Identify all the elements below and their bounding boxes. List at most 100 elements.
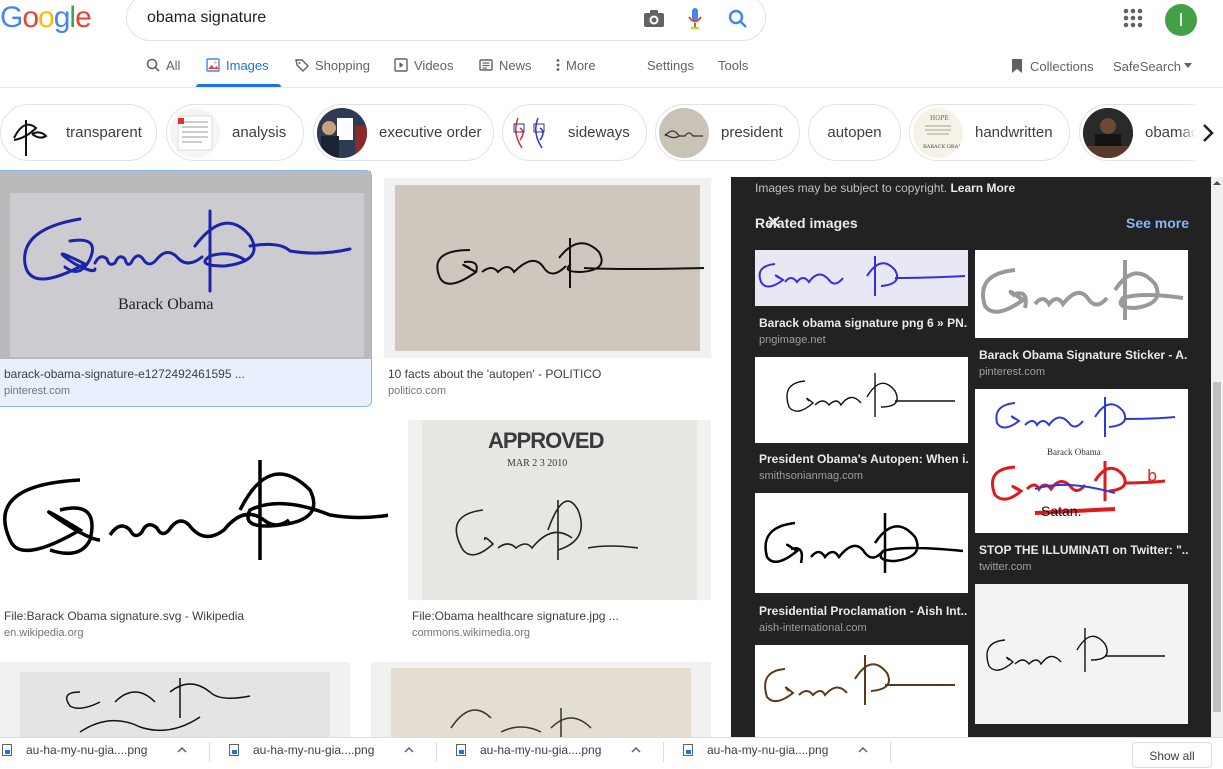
related-source: aish-international.com: [759, 622, 867, 634]
search-box[interactable]: obama signature: [126, 0, 766, 41]
result-title[interactable]: File:Obama healthcare signature.jpg ...: [412, 609, 711, 623]
stamp-date: MAR 2 3 2010: [507, 458, 568, 469]
tab-tools[interactable]: Tools: [718, 56, 748, 74]
chevron-up-icon[interactable]: [177, 747, 187, 753]
panel-scrollbar[interactable]: [1211, 177, 1223, 737]
result-card-selected[interactable]: Barack Obama barack-obama-signature-e127…: [0, 170, 372, 407]
tab-images[interactable]: Images: [206, 56, 269, 74]
tab-label: Tools: [718, 57, 749, 73]
close-icon[interactable]: [767, 215, 781, 229]
divider: [890, 742, 891, 762]
chevron-up-icon[interactable]: [858, 747, 868, 753]
download-filename: au-ha-my-nu-gia....png: [26, 743, 148, 757]
tag-icon: [295, 59, 309, 72]
logo-letter: g: [53, 1, 71, 34]
tab-videos[interactable]: Videos: [394, 56, 454, 74]
tab-label: Images: [226, 57, 269, 73]
result-card[interactable]: [371, 662, 711, 742]
download-item[interactable]: au-ha-my-nu-gia....png: [683, 738, 891, 762]
download-filename: au-ha-my-nu-gia....png: [480, 743, 602, 757]
related-card[interactable]: [755, 645, 968, 737]
related-card[interactable]: [975, 584, 1188, 724]
result-source[interactable]: commons.wikimedia.org: [412, 627, 530, 639]
logo-letter: o: [22, 1, 39, 34]
chip-autopen[interactable]: autopen: [808, 104, 901, 161]
result-source[interactable]: pinterest.com: [4, 385, 70, 397]
show-all-button[interactable]: Show all: [1132, 742, 1212, 768]
chip-label: autopen: [827, 124, 882, 141]
chip-thumbnail: [317, 107, 367, 158]
chip-handwritten[interactable]: HOPE BARACK OBAMA handwritten: [909, 104, 1070, 161]
result-card[interactable]: APPROVED MAR 2 3 2010 File:Obama healthc…: [408, 420, 711, 650]
result-source[interactable]: en.wikipedia.org: [4, 627, 84, 639]
tab-shopping[interactable]: Shopping: [295, 56, 370, 74]
chip-thumbnail: [506, 107, 556, 158]
chevron-up-icon[interactable]: [404, 747, 414, 753]
related-image: [755, 250, 968, 306]
related-card[interactable]: Presidential Proclamation - Aish Int... …: [755, 493, 968, 634]
download-item[interactable]: au-ha-my-nu-gia....png: [2, 738, 210, 762]
chips-next-button[interactable]: [1196, 104, 1223, 161]
result-image: [384, 178, 711, 358]
chip-analysis[interactable]: analysis: [166, 104, 304, 161]
copyright-text: Images may be subject to copyright.: [755, 181, 948, 195]
related-title: Barack Obama Signature Sticker - A...: [979, 348, 1188, 362]
download-bar: au-ha-my-nu-gia....png au-ha-my-nu-gia..…: [0, 737, 1223, 768]
learn-more-link[interactable]: Learn More: [950, 181, 1015, 195]
result-image: [20, 672, 330, 742]
related-image: [755, 645, 968, 737]
related-source: twitter.com: [979, 561, 1032, 573]
result-title[interactable]: barack-obama-signature-e1272492461595 ..…: [4, 367, 364, 381]
collections-label: Collections: [1030, 58, 1094, 74]
tab-label: Shopping: [315, 57, 370, 73]
result-title[interactable]: File:Barack Obama signature.svg - Wikipe…: [4, 609, 388, 623]
result-title[interactable]: 10 facts about the 'autopen' - POLITICO: [388, 367, 708, 381]
chip-sideways[interactable]: sideways: [502, 104, 647, 161]
signature-caption: Barack Obama: [1047, 447, 1101, 457]
safesearch-menu[interactable]: SafeSearch: [1113, 57, 1192, 75]
see-more-link[interactable]: See more: [1126, 215, 1189, 231]
chip-transparent[interactable]: transparent: [0, 104, 157, 161]
download-filename: au-ha-my-nu-gia....png: [253, 743, 375, 757]
chevron-up-icon[interactable]: [631, 747, 641, 753]
related-source: pinterest.com: [979, 366, 1046, 378]
file-icon: [2, 744, 12, 756]
chip-label: president: [721, 124, 783, 141]
tab-news[interactable]: News: [479, 56, 532, 74]
related-card[interactable]: Barack obama signature png 6 » PN... png…: [755, 250, 968, 350]
divider: [436, 742, 437, 762]
result-card[interactable]: 10 facts about the 'autopen' - POLITICO …: [384, 178, 711, 406]
search-input[interactable]: obama signature: [147, 9, 266, 27]
camera-icon[interactable]: [643, 9, 665, 29]
related-image: [975, 250, 1188, 338]
result-card[interactable]: File:Barack Obama signature.svg - Wikipe…: [0, 420, 388, 650]
tab-more[interactable]: More: [556, 56, 596, 74]
tab-settings[interactable]: Settings: [647, 56, 694, 74]
svg-text:BARACK OBAMA: BARACK OBAMA: [923, 144, 963, 150]
scrollbar-thumb[interactable]: [1213, 382, 1221, 712]
tab-label: More: [566, 57, 596, 73]
search-icon[interactable]: [727, 8, 749, 30]
related-card[interactable]: b Barack Obama Satan. STOP THE ILLUMINAT…: [975, 389, 1188, 579]
file-icon: [456, 744, 466, 756]
result-card[interactable]: [0, 662, 350, 742]
scroll-up-icon[interactable]: [1213, 180, 1221, 186]
bookmark-icon: [1012, 59, 1022, 73]
download-filename: au-ha-my-nu-gia....png: [707, 743, 829, 757]
apps-grid-icon[interactable]: [1122, 7, 1144, 29]
microphone-icon[interactable]: [687, 7, 703, 31]
chip-executive-order[interactable]: executive order: [313, 104, 494, 161]
google-logo[interactable]: Google: [0, 0, 92, 36]
tab-all[interactable]: All: [146, 56, 180, 74]
related-card[interactable]: Barack Obama Signature Sticker - A... pi…: [975, 250, 1188, 380]
logo-letter: o: [38, 1, 55, 34]
collections-link[interactable]: Collections: [1010, 57, 1094, 75]
avatar[interactable]: I: [1165, 4, 1197, 36]
related-card[interactable]: President Obama's Autopen: When i... smi…: [755, 357, 968, 487]
result-source[interactable]: politico.com: [388, 385, 446, 397]
download-item[interactable]: au-ha-my-nu-gia....png: [229, 738, 437, 762]
caret-down-icon: [1183, 63, 1192, 68]
chip-president[interactable]: president: [655, 104, 800, 161]
download-item[interactable]: au-ha-my-nu-gia....png: [456, 738, 664, 762]
result-image: [0, 420, 388, 600]
